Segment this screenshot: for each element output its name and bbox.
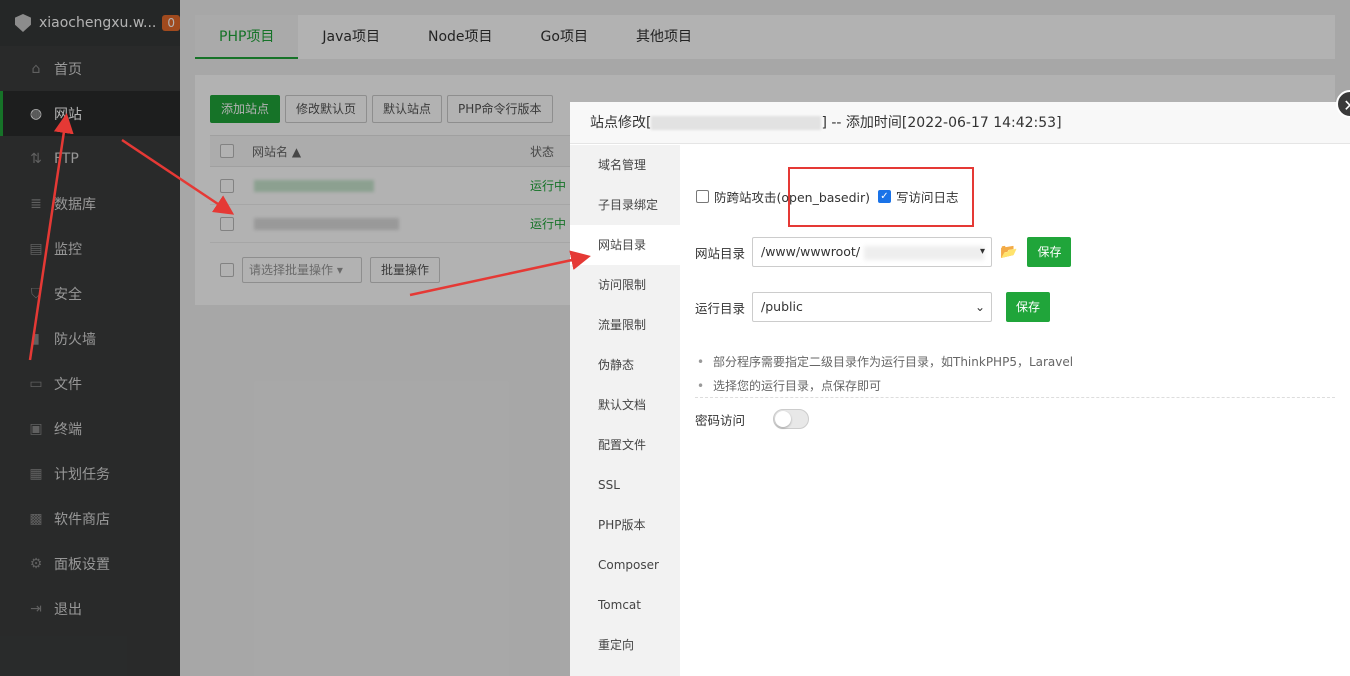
modal-menu-item[interactable]: Composer [570, 545, 680, 585]
password-access-row: 密码访问 [695, 409, 810, 429]
modal-menu-item[interactable]: 流量限制 [570, 305, 680, 345]
tips-list: 部分程序需要指定二级目录作为运行目录，如ThinkPHP5，Laravel 选择… [695, 350, 1073, 398]
open-basedir-checkbox[interactable] [696, 190, 709, 203]
run-dir-row: 运行目录 /public ⌄ 保存 [695, 292, 1051, 322]
modal-menu-item[interactable]: 子目录绑定 [570, 185, 680, 225]
chevron-down-icon: ⌄ [974, 300, 985, 314]
site-dir-label: 网站目录 [695, 245, 746, 261]
run-dir-label: 运行目录 [695, 300, 746, 316]
modal-menu-item[interactable]: 伪静态 [570, 345, 680, 385]
modal-menu-item[interactable]: Tomcat [570, 585, 680, 625]
redacted-path [864, 245, 985, 260]
password-access-toggle[interactable] [773, 409, 810, 429]
divider [695, 397, 1335, 398]
modal-menu-item[interactable]: SSL [570, 465, 680, 505]
modal-menu-item[interactable]: 域名管理 [570, 145, 680, 185]
save-run-dir-button[interactable]: 保存 [1006, 292, 1051, 322]
open-basedir-option[interactable]: 防跨站攻击(open_basedir) [696, 187, 870, 206]
access-log-option[interactable]: ✓ 写访问日志 [878, 187, 959, 206]
save-site-dir-button[interactable]: 保存 [1027, 237, 1072, 267]
modal-menu-item[interactable]: 网站目录 [570, 225, 680, 265]
tip-item: 选择您的运行目录，点保存即可 [695, 374, 1073, 398]
tip-item: 部分程序需要指定二级目录作为运行目录，如ThinkPHP5，Laravel [695, 350, 1073, 374]
modal-menu-item[interactable]: 重定向 [570, 625, 680, 665]
redacted-site-name [651, 116, 822, 130]
modal-menu-item[interactable]: 配置文件 [570, 425, 680, 465]
access-log-label: 写访问日志 [896, 190, 959, 205]
folder-open-icon[interactable]: 📂 [1000, 244, 1017, 260]
modal-menu: 域名管理 子目录绑定 网站目录 访问限制 流量限制 伪静态 默认文档 配置文件 SSL PHP版本… [570, 145, 680, 676]
site-dir-select[interactable]: /www/wwwroot/ ▾ [752, 237, 992, 267]
site-dir-row: 网站目录 /www/wwwroot/ ▾ 📂 保存 [695, 237, 1072, 267]
access-log-checkbox[interactable]: ✓ [878, 190, 891, 203]
password-access-label: 密码访问 [695, 412, 746, 428]
site-directory-content: 防跨站攻击(open_basedir) ✓ 写访问日志 网站目录 /www/ww… [680, 145, 1350, 676]
modal-title: 站点修改[] -- 添加时间[2022-06-17 14:42:53] [570, 102, 1350, 144]
run-dir-select[interactable]: /public ⌄ [752, 292, 992, 322]
modal-menu-item[interactable]: 访问限制 [570, 265, 680, 305]
site-edit-modal: 站点修改[] -- 添加时间[2022-06-17 14:42:53] 域名管理… [570, 102, 1350, 676]
chevron-down-icon: ▾ [979, 246, 985, 257]
open-basedir-label: 防跨站攻击(open_basedir) [714, 190, 871, 205]
modal-menu-item[interactable]: PHP版本 [570, 505, 680, 545]
modal-menu-item[interactable]: 默认文档 [570, 385, 680, 425]
